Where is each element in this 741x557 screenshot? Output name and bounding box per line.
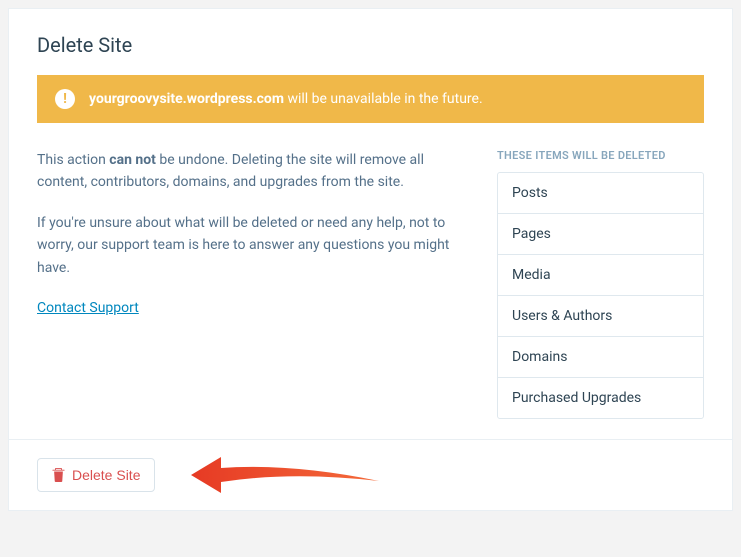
list-item: Domains: [498, 337, 703, 378]
cannot-emphasis: can not: [109, 152, 156, 168]
list-item: Users & Authors: [498, 296, 703, 337]
deleted-items-list: Posts Pages Media Users & Authors Domain…: [497, 172, 704, 419]
card-footer: Delete Site: [9, 439, 732, 510]
sidebar-heading: THESE ITEMS WILL BE DELETED: [497, 149, 704, 162]
content-left: This action can not be undone. Deleting …: [37, 149, 467, 419]
warning-notice: ! yourgroovysite.wordpress.com will be u…: [37, 75, 704, 123]
list-item: Media: [498, 255, 703, 296]
site-domain: yourgroovysite.wordpress.com: [89, 91, 284, 107]
trash-icon: [52, 468, 65, 482]
notice-text: yourgroovysite.wordpress.com will be una…: [89, 91, 483, 107]
delete-site-card: Delete Site ! yourgroovysite.wordpress.c…: [8, 8, 733, 511]
support-paragraph: If you're unsure about what will be dele…: [37, 212, 467, 279]
list-item: Purchased Upgrades: [498, 378, 703, 418]
delete-site-button[interactable]: Delete Site: [37, 458, 155, 492]
content-right: THESE ITEMS WILL BE DELETED Posts Pages …: [497, 149, 704, 419]
alert-icon: !: [55, 89, 75, 109]
contact-support-link[interactable]: Contact Support: [37, 300, 139, 316]
page-title: Delete Site: [37, 33, 704, 57]
arrow-annotation-icon: [191, 453, 381, 497]
card-body: Delete Site ! yourgroovysite.wordpress.c…: [9, 9, 732, 439]
warning-paragraph: This action can not be undone. Deleting …: [37, 149, 467, 194]
content-row: This action can not be undone. Deleting …: [37, 149, 704, 419]
notice-suffix: will be unavailable in the future.: [284, 91, 483, 107]
list-item: Pages: [498, 214, 703, 255]
list-item: Posts: [498, 173, 703, 214]
delete-button-label: Delete Site: [72, 467, 140, 483]
